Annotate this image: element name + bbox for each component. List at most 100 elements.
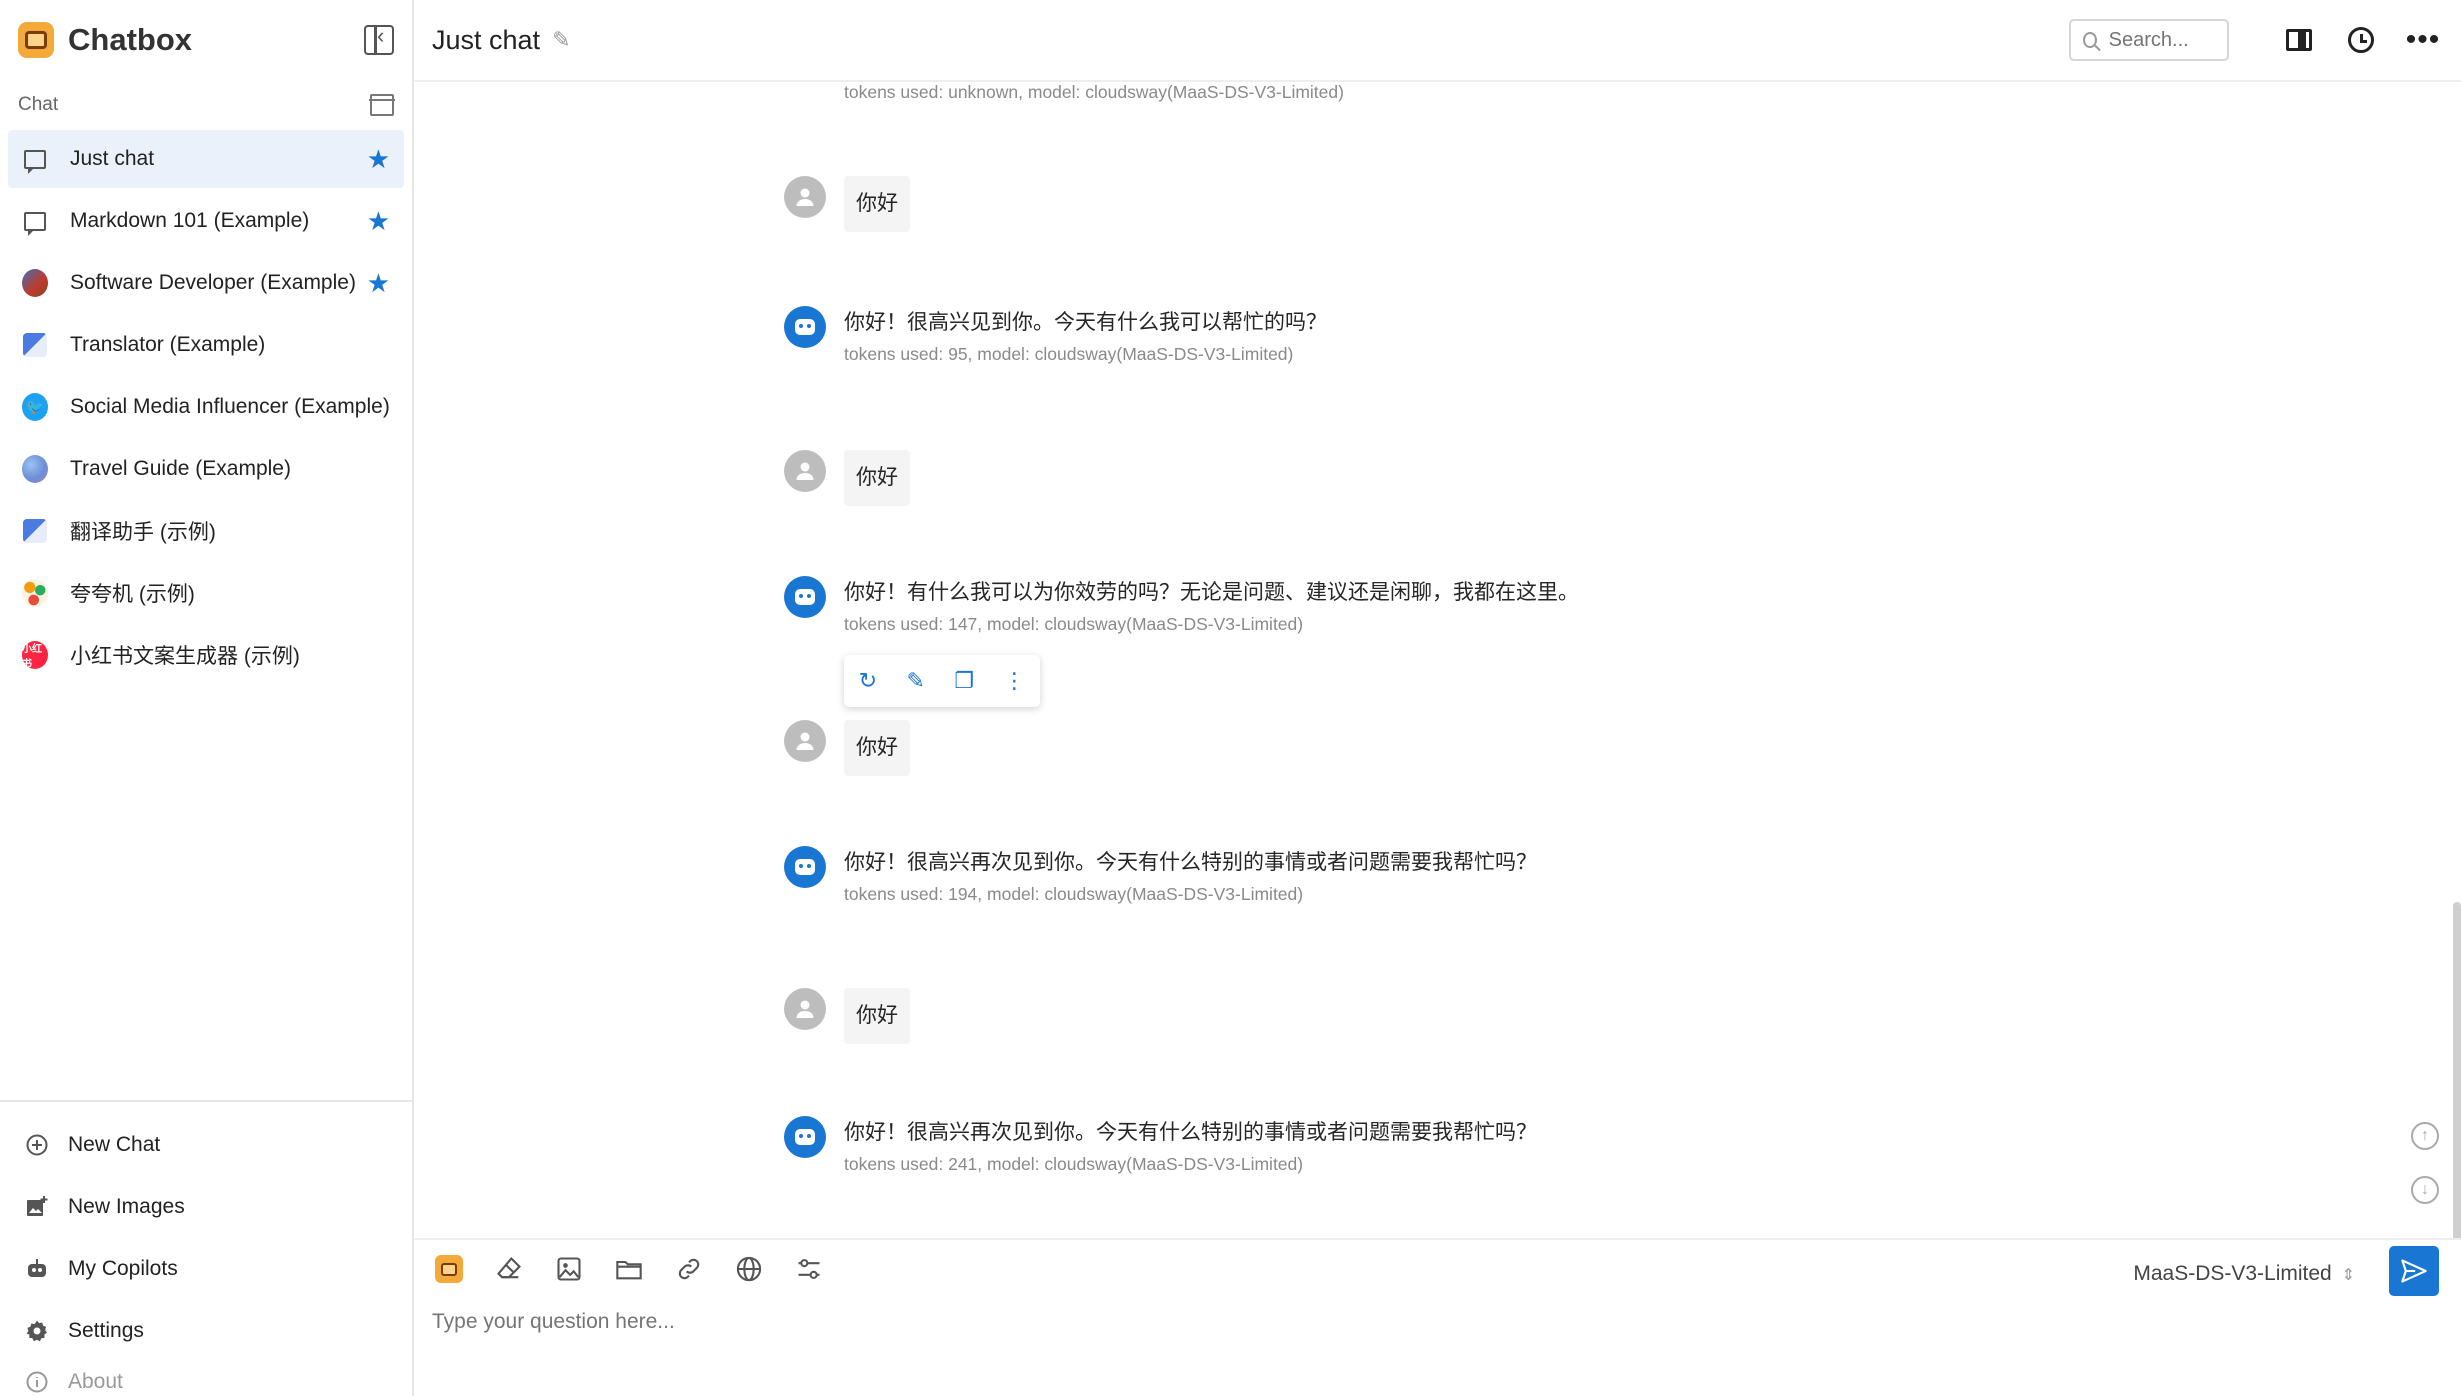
history-button[interactable] bbox=[2341, 20, 2381, 60]
chevron-up-down-icon: ⇕ bbox=[2341, 1267, 2355, 1284]
chat-settings-button[interactable] bbox=[794, 1254, 824, 1284]
sidebar-item-travel-guide[interactable]: Travel Guide (Example) bbox=[8, 440, 404, 498]
developer-avatar-icon bbox=[22, 269, 48, 297]
sidebar-item-praise-bot[interactable]: 夸夸机 (示例) bbox=[8, 564, 404, 622]
about-button[interactable]: About bbox=[8, 1362, 404, 1396]
chat-list: Just chat ★ Markdown 101 (Example) ★ Sof… bbox=[0, 130, 412, 688]
copy-icon[interactable]: ❐ bbox=[954, 668, 974, 694]
star-icon[interactable]: ★ bbox=[367, 270, 390, 296]
bot-avatar-icon bbox=[784, 306, 826, 348]
user-avatar-icon bbox=[784, 450, 826, 492]
attach-link-button[interactable] bbox=[674, 1254, 704, 1284]
search-box[interactable] bbox=[2069, 19, 2229, 61]
chat-title: Just chat bbox=[432, 24, 541, 55]
clear-context-button[interactable] bbox=[494, 1254, 524, 1284]
message-meta: tokens used: unknown, model: cloudsway(M… bbox=[844, 82, 1344, 102]
sidebar-item-label: 翻译助手 (示例) bbox=[70, 521, 216, 544]
chat-bubble-icon bbox=[24, 149, 46, 174]
scroll-to-top-icon[interactable]: ↑ bbox=[2411, 1122, 2439, 1150]
sidebar-item-translation-assistant[interactable]: 翻译助手 (示例) bbox=[8, 502, 404, 560]
assistant-message-text: 你好！很高兴再次见到你。今天有什么特别的事情或者问题需要我帮忙吗？ bbox=[844, 851, 1537, 874]
message-meta: tokens used: 147, model: cloudsway(MaaS-… bbox=[844, 614, 1304, 634]
chatbox-logo-icon bbox=[18, 22, 54, 58]
archive-icon[interactable] bbox=[369, 94, 395, 116]
sidebar: Chatbox Chat Just chat ★ Markdown 101 (E… bbox=[0, 0, 414, 1396]
brand-header: Chatbox bbox=[0, 0, 412, 80]
settings-button[interactable]: Settings bbox=[8, 1300, 404, 1362]
message-user: 你好 bbox=[784, 720, 910, 776]
chat-section-label: Chat bbox=[18, 94, 59, 115]
translator-avatar-icon bbox=[23, 333, 47, 357]
my-copilots-button[interactable]: My Copilots bbox=[8, 1238, 404, 1300]
sidebar-bottom-menu: New Chat New Images My Copilots Settings bbox=[0, 1100, 412, 1396]
translator-avatar-icon bbox=[23, 519, 47, 543]
main-panel: Just chat ✎ ••• tokens used: unknown, mo… bbox=[414, 0, 2461, 1396]
model-selector[interactable]: MaaS-DS-V3-Limited ⇕ bbox=[2133, 1262, 2355, 1286]
search-icon bbox=[2083, 32, 2097, 48]
plus-circle-icon bbox=[24, 1132, 50, 1158]
sidebar-item-xiaohongshu-generator[interactable]: 小红书 小红书文案生成器 (示例) bbox=[8, 626, 404, 684]
edit-title-icon[interactable]: ✎ bbox=[552, 27, 570, 53]
settings-label: Settings bbox=[68, 1319, 144, 1342]
bot-avatar-icon bbox=[784, 1116, 826, 1158]
assistant-message-text: 你好！很高兴再次见到你。今天有什么特别的事情或者问题需要我帮忙吗？ bbox=[844, 1121, 1537, 1144]
new-images-button[interactable]: New Images bbox=[8, 1176, 404, 1238]
attach-file-button[interactable] bbox=[614, 1254, 644, 1284]
attach-image-button[interactable] bbox=[554, 1254, 584, 1284]
sidebar-item-markdown-101[interactable]: Markdown 101 (Example) ★ bbox=[8, 192, 404, 250]
new-chat-label: New Chat bbox=[68, 1133, 161, 1156]
sidebar-item-translator[interactable]: Translator (Example) bbox=[8, 316, 404, 374]
message-assistant: 你好！很高兴见到你。今天有什么我可以帮忙的吗？ tokens used: 95,… bbox=[784, 306, 1327, 365]
app-window: Chatbox Chat Just chat ★ Markdown 101 (E… bbox=[0, 0, 2461, 1396]
message-list[interactable]: tokens used: unknown, model: cloudsway(M… bbox=[414, 82, 2461, 1238]
user-avatar-icon bbox=[784, 176, 826, 218]
message-assistant: tokens used: unknown, model: cloudsway(M… bbox=[844, 82, 1344, 103]
user-avatar-icon bbox=[784, 720, 826, 762]
sidebar-item-social-media-influencer[interactable]: 🐦 Social Media Influencer (Example) bbox=[8, 378, 404, 436]
chat-bubble-icon bbox=[24, 211, 46, 236]
scroll-to-bottom-icon[interactable]: ↓ bbox=[2411, 1176, 2439, 1204]
my-copilots-label: My Copilots bbox=[68, 1257, 178, 1280]
collapse-sidebar-icon[interactable] bbox=[364, 23, 394, 55]
assistant-message-text: 你好！有什么我可以为你效劳的吗？无论是问题、建议还是闲聊，我都在这里。 bbox=[844, 581, 1579, 604]
message-assistant: 你好！有什么我可以为你效劳的吗？无论是问题、建议还是闲聊，我都在这里。 toke… bbox=[784, 576, 1579, 635]
xiaohongshu-avatar-icon: 小红书 bbox=[22, 641, 48, 670]
send-button[interactable] bbox=[2389, 1246, 2439, 1296]
user-message-bubble: 你好 bbox=[844, 988, 910, 1044]
more-vertical-icon[interactable]: ⋮ bbox=[1003, 668, 1025, 694]
sidebar-item-label: Travel Guide (Example) bbox=[70, 457, 291, 480]
globe-avatar-icon bbox=[22, 455, 48, 483]
new-chat-button[interactable]: New Chat bbox=[8, 1114, 404, 1176]
sidebar-item-label: 小红书文案生成器 (示例) bbox=[70, 645, 300, 668]
globe-icon bbox=[736, 1256, 762, 1282]
composer: MaaS-DS-V3-Limited ⇕ bbox=[414, 1238, 2461, 1396]
regenerate-icon[interactable]: ↻ bbox=[859, 668, 877, 694]
send-icon bbox=[2401, 1259, 2427, 1283]
message-scrollbar[interactable] bbox=[2453, 902, 2461, 1238]
message-meta: tokens used: 95, model: cloudsway(MaaS-D… bbox=[844, 344, 1294, 364]
message-user: 你好 bbox=[784, 176, 910, 232]
search-input[interactable] bbox=[2108, 28, 2215, 52]
flower-avatar-icon bbox=[22, 579, 48, 607]
folder-icon bbox=[616, 1260, 642, 1280]
message-meta: tokens used: 194, model: cloudsway(MaaS-… bbox=[844, 884, 1304, 904]
edit-icon[interactable]: ✎ bbox=[906, 668, 924, 694]
message-input[interactable] bbox=[432, 1300, 2332, 1344]
star-icon[interactable]: ★ bbox=[367, 208, 390, 234]
info-icon bbox=[24, 1369, 50, 1395]
sidebar-item-software-developer[interactable]: Software Developer (Example) ★ bbox=[8, 254, 404, 312]
assistant-message-text: 你好！很高兴见到你。今天有什么我可以帮忙的吗？ bbox=[844, 311, 1327, 334]
message-assistant: 你好！很高兴再次见到你。今天有什么特别的事情或者问题需要我帮忙吗？ tokens… bbox=[784, 846, 1537, 905]
app-title: Chatbox bbox=[68, 22, 192, 57]
message-action-toolbar: ↻ ✎ ❐ ⋮ bbox=[844, 655, 1040, 707]
toggle-layout-button[interactable] bbox=[2279, 20, 2319, 60]
web-search-button[interactable] bbox=[734, 1254, 764, 1284]
message-user: 你好 bbox=[784, 450, 910, 506]
sidebar-item-label: Social Media Influencer (Example) bbox=[70, 395, 390, 418]
more-button[interactable]: ••• bbox=[2403, 20, 2443, 60]
star-icon[interactable]: ★ bbox=[367, 146, 390, 172]
copilot-picker-button[interactable] bbox=[434, 1254, 464, 1284]
sidebar-item-just-chat[interactable]: Just chat ★ bbox=[8, 130, 404, 188]
layout-columns-icon bbox=[2286, 29, 2312, 51]
message-user: 你好 bbox=[784, 988, 910, 1044]
